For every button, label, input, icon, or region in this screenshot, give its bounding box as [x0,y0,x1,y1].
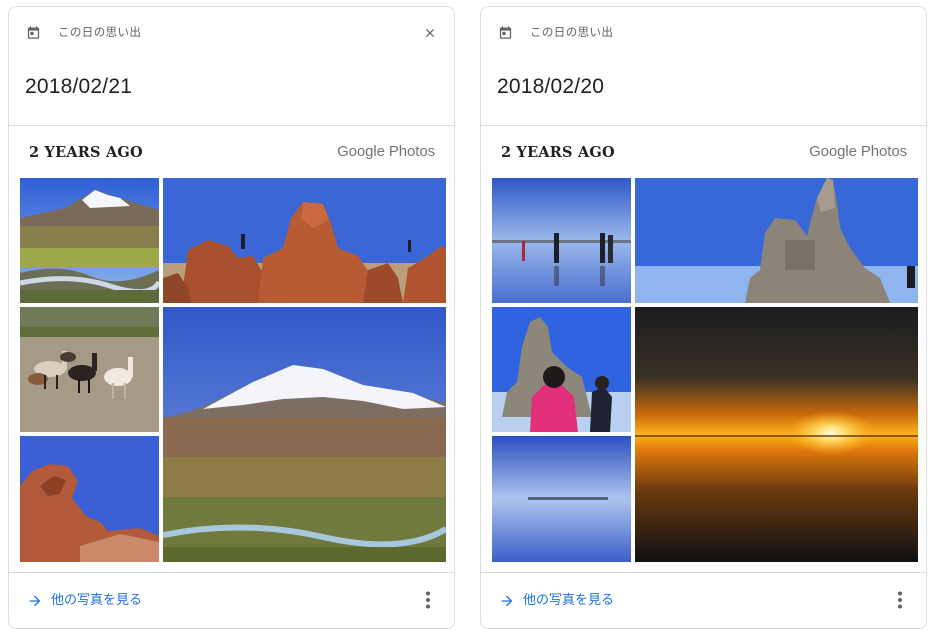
see-more-label: 他の写真を見る [523,593,615,608]
card-header: この日の思い出 2018/02/20 [481,7,926,125]
memory-date: 2018/02/21 [25,75,133,98]
photo-red-rock-formations[interactable] [163,178,446,303]
memory-card: この日の思い出 2018/02/21 2 YEARS AGO Google Ph… [8,6,455,629]
close-icon [425,28,435,38]
divider [9,572,454,573]
see-more-photos-link[interactable]: 他の写真を見る [27,589,142,613]
google-photos-logo: Google Photos [809,143,907,160]
see-more-photos-link[interactable]: 他の写真を見る [499,589,614,613]
memory-date: 2018/02/20 [497,75,605,98]
section-title: 2 YEARS AGO [29,144,143,161]
photo-salt-flat-horizon[interactable] [492,436,631,562]
arrow-right-icon [29,595,41,607]
divider [481,572,926,573]
divider [9,125,454,126]
photo-salt-statue-monument[interactable] [635,178,918,303]
see-more-label: 他の写真を見る [51,593,143,608]
arrow-right-icon [501,595,513,607]
more-options-button[interactable] [416,587,440,613]
photo-grid [20,178,446,562]
card-header: この日の思い出 2018/02/21 [9,7,454,125]
divider [481,125,926,126]
google-photos-logo: Google Photos [337,143,435,160]
photo-grid [492,178,918,562]
photo-llamas-herd[interactable] [20,307,159,432]
memory-card: この日の思い出 2018/02/20 2 YEARS AGO Google Ph… [480,6,927,629]
section-title: 2 YEARS AGO [501,144,615,161]
photo-snowy-volcano-wetland[interactable] [20,178,159,303]
photo-eroded-red-rock[interactable] [20,436,159,562]
photo-salt-flat-mirror-people[interactable] [492,178,631,303]
more-options-button[interactable] [888,587,912,613]
photo-tourist-pink-jacket[interactable] [492,307,631,432]
photo-salt-flat-sunset[interactable] [635,307,918,562]
calendar-icon [499,26,512,39]
calendar-icon [27,26,40,39]
header-label: この日の思い出 [58,25,142,39]
header-label: この日の思い出 [530,25,614,39]
more-vert-icon [426,591,430,609]
more-vert-icon [898,591,902,609]
photo-snowcapped-mountain-grassland[interactable] [163,307,446,562]
close-button[interactable] [419,22,441,44]
